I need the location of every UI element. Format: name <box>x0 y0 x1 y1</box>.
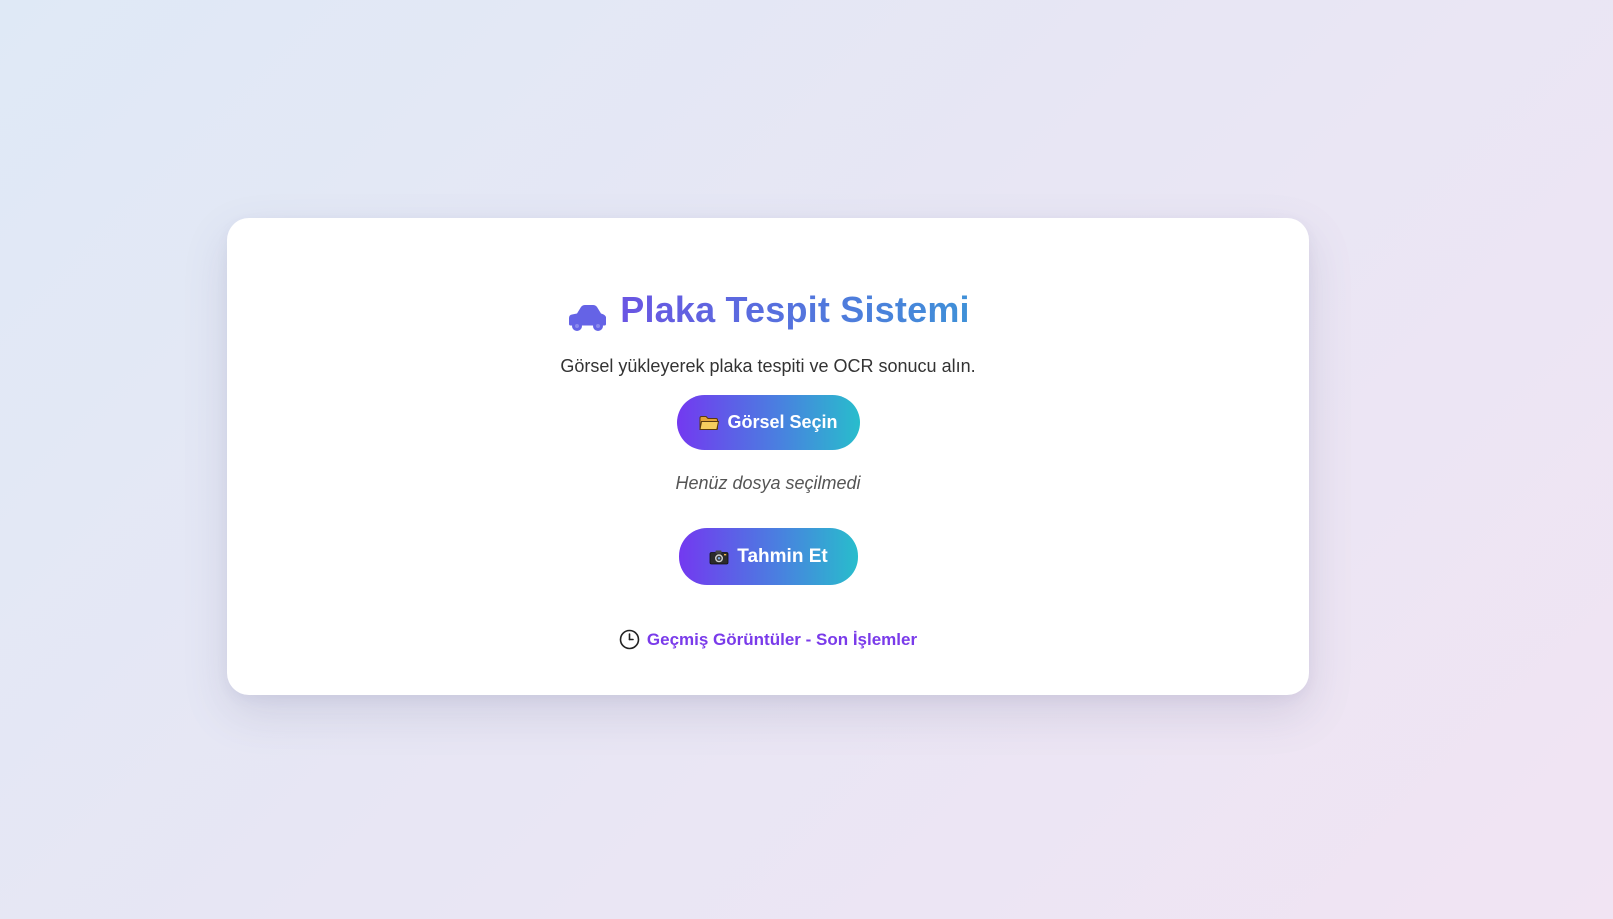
page-subtitle: Görsel yükleyerek plaka tespiti ve OCR s… <box>560 356 976 376</box>
history-link-label: Geçmiş Görüntüler - Son İşlemler <box>646 629 918 649</box>
folder-icon <box>699 415 720 431</box>
history-link[interactable]: Geçmiş Görüntüler - Son İşlemler <box>227 629 1309 650</box>
camera-icon <box>709 549 729 565</box>
clock-icon <box>619 629 640 650</box>
select-image-button[interactable]: Görsel Seçin <box>677 395 860 450</box>
file-status-text: Henüz dosya seçilmedi <box>675 473 861 493</box>
header: Plaka Tespit Sistemi <box>227 288 1309 332</box>
main-card: Plaka Tespit Sistemi Görsel yükleyerek p… <box>227 218 1309 695</box>
predict-button[interactable]: Tahmin Et <box>679 528 858 585</box>
predict-label: Tahmin Et <box>737 545 828 567</box>
select-image-label: Görsel Seçin <box>727 412 838 432</box>
car-icon <box>566 302 608 332</box>
page-title: Plaka Tespit Sistemi <box>620 289 970 330</box>
